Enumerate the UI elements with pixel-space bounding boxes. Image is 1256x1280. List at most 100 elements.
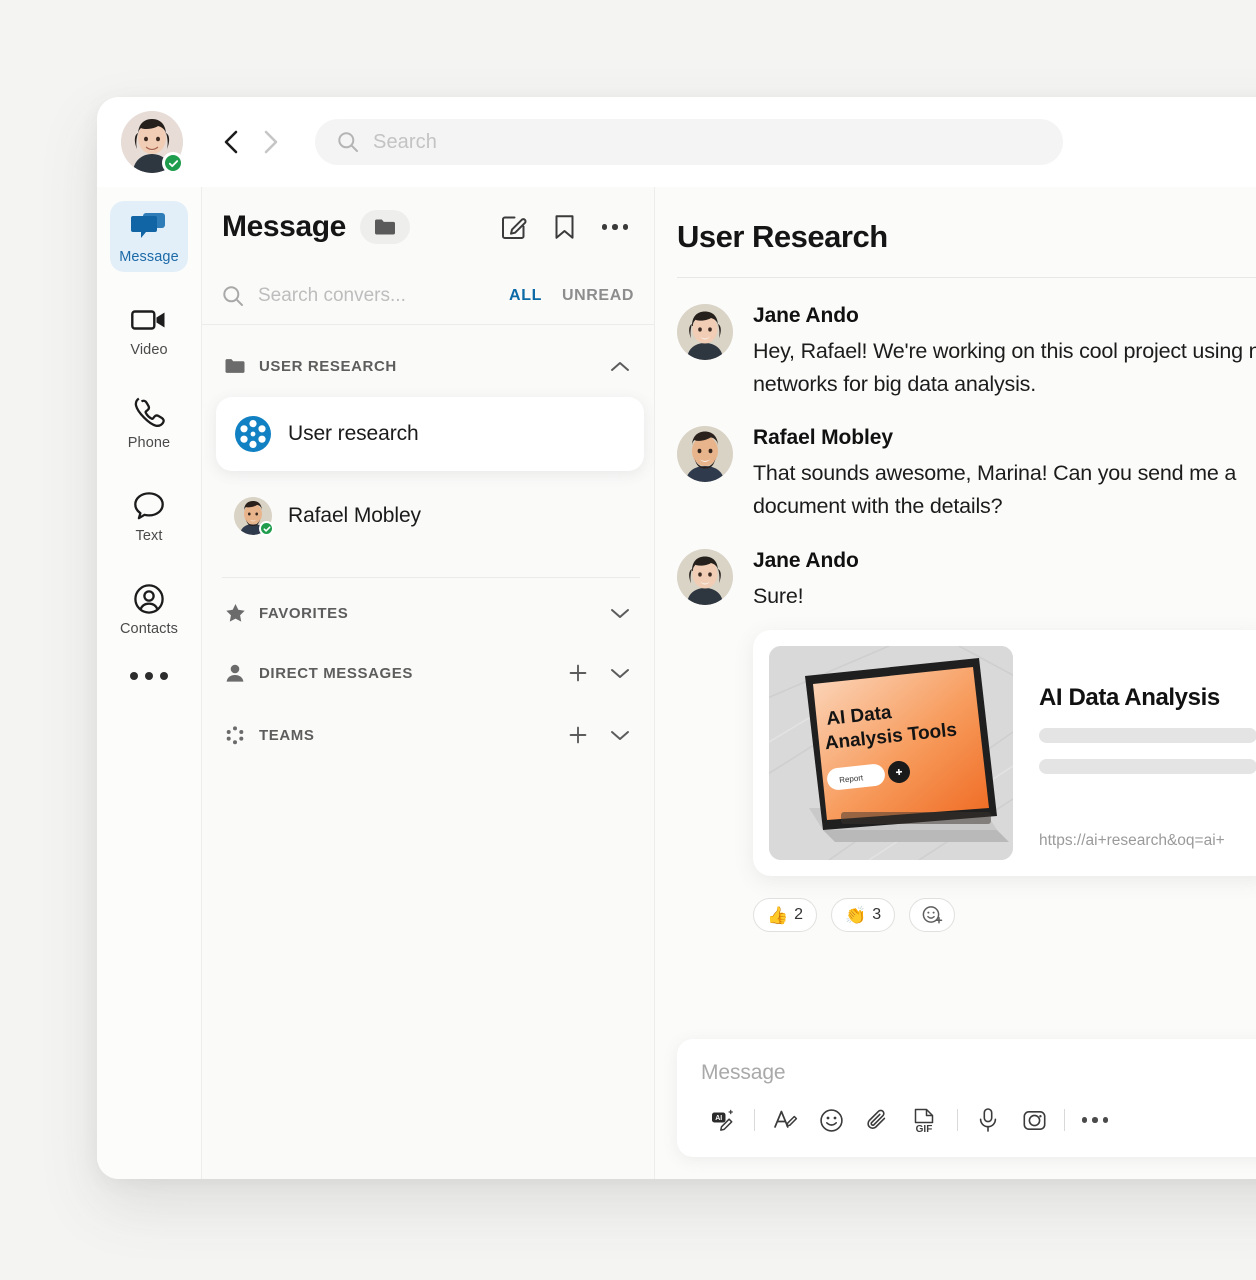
reaction-count: 3 [872,906,882,924]
nav-back-button[interactable] [211,122,251,162]
attach-file-button[interactable] [854,1103,900,1137]
star-icon [224,603,246,623]
compose-pencil-icon [501,216,526,239]
message-body: Jane Ando Hey, Rafael! We're working on … [753,304,1256,400]
reaction-count: 2 [794,906,804,924]
emoji-icon [819,1108,843,1132]
conversation-name: User research [288,422,419,445]
search-icon [223,285,243,306]
collapse-toggle[interactable] [610,360,630,373]
add-reaction-button[interactable] [909,898,956,933]
message-author: Jane Ando [753,548,859,572]
link-preview-url[interactable]: https://ai+research&oq=ai+ [1039,832,1256,850]
folder-filter-button[interactable] [359,210,410,244]
group-header-favorites[interactable]: FAVORITES [202,584,654,642]
link-preview-thumbnail: AI Data Analysis Tools Report [769,646,1013,861]
top-bar: Search [97,97,1256,187]
compose-more-button[interactable] [1072,1103,1118,1137]
dot [1092,1117,1098,1123]
rail-item-video[interactable]: Video [110,294,188,365]
group-header-teams[interactable]: TEAMS [202,704,654,766]
conversation-filters: ALL UNREAD [509,287,634,305]
chat-panel: User Research Jane Ando Hey, Rafael! We'… [655,187,1256,1179]
screenshot-icon [1022,1110,1045,1130]
add-reaction-icon [922,906,942,924]
conversation-item-user-research[interactable]: User research [216,397,644,471]
gif-button[interactable]: GIF [900,1103,950,1137]
rail-more-button[interactable] [130,672,168,680]
filter-unread[interactable]: UNREAD [562,287,634,305]
dot [1081,1117,1088,1123]
avatar-image [677,548,733,605]
message-body: Rafael Mobley That sounds awesome, Marin… [753,426,1256,522]
conversation-scroll-area[interactable]: USER RESEARCH User research Rafael Moble… [202,325,654,1179]
screenshot-button[interactable] [1011,1103,1057,1137]
link-preview-card[interactable]: AI Data Analysis Tools Report AI Data An… [753,630,1256,877]
avatar[interactable] [677,426,733,483]
conversation-name: Rafael Mobley [288,504,421,527]
avatar[interactable] [677,304,733,360]
collapse-toggle[interactable] [610,667,630,680]
svg-text:AI: AI [715,1115,722,1122]
avatar[interactable] [677,548,733,605]
collapse-toggle[interactable] [610,729,630,742]
message-item: Jane Ando Sure! AI Data Analysis Tools R… [677,548,1256,877]
conversation-item-rafael-mobley[interactable]: Rafael Mobley [216,479,644,553]
global-search-input[interactable]: Search [315,119,1063,165]
thumbs-up-icon: 👍 [767,905,789,925]
filter-all[interactable]: ALL [509,287,542,305]
plus-icon [569,726,587,744]
page-background: Search Message Video Phone Text Contacts… [0,0,1256,1280]
rail-item-contacts[interactable]: Contacts [110,573,188,644]
dot [145,672,153,680]
svg-text:GIF: GIF [916,1124,933,1134]
message-thread[interactable]: Jane Ando Hey, Rafael! We're working on … [677,278,1256,1019]
dot [612,224,618,230]
add-team-button[interactable] [568,725,588,745]
phone-handset-icon [133,396,165,430]
current-user-avatar[interactable] [121,111,184,174]
emoji-button[interactable] [808,1103,854,1137]
chevron-down-icon [611,730,629,740]
chevron-left-icon [224,130,238,154]
conversation-search-input[interactable]: Search convers... [258,285,495,307]
avatar [234,497,274,536]
rail-item-text[interactable]: Text [110,480,188,551]
bookmarks-button[interactable] [553,213,576,241]
message-reactions: 👍 2 👏 3 [753,898,1256,933]
message-text: Sure! [753,583,804,608]
new-message-button[interactable] [500,214,527,241]
format-text-button[interactable] [762,1103,808,1137]
rail-label: Contacts [119,621,179,637]
toolbar-separator [957,1109,958,1131]
link-preview-skeleton-line [1039,728,1256,744]
clap-reaction[interactable]: 👏 3 [831,898,896,933]
chevron-up-icon [611,361,629,371]
collapse-toggle[interactable] [610,607,630,620]
rail-item-phone[interactable]: Phone [110,387,188,458]
group-actions [610,360,630,373]
message-author: Rafael Mobley [753,426,893,450]
message-compose-box[interactable]: Message AI GIF [677,1039,1256,1157]
microphone-button[interactable] [965,1103,1011,1137]
message-input-placeholder[interactable]: Message [701,1061,1256,1085]
toolbar-separator [754,1109,755,1131]
group-header-direct-messages[interactable]: DIRECT MESSAGES [202,642,654,704]
group-label: FAVORITES [259,604,349,622]
folder-icon [374,219,395,235]
add-direct-message-button[interactable] [568,663,588,683]
ai-compose-button[interactable]: AI [701,1103,747,1137]
chat-title: User Research [677,219,888,254]
toolbar-separator [1064,1109,1065,1131]
rail-label: Video [130,342,168,358]
panel-more-button[interactable] [601,224,628,230]
group-header-user-research[interactable]: USER RESEARCH [202,343,654,389]
rail-item-message[interactable]: Message [110,201,188,272]
presence-badge-available [162,152,184,174]
nav-forward-button[interactable] [251,122,291,162]
link-preview-meta: AI Data Analysis https://ai+research&oq=… [1039,646,1256,860]
thumbs-up-reaction[interactable]: 👍 2 [753,898,818,933]
format-text-icon [773,1110,797,1128]
app-body: Message Video Phone Text Contacts Messag… [97,187,1256,1179]
panel-title: Message [222,210,346,243]
